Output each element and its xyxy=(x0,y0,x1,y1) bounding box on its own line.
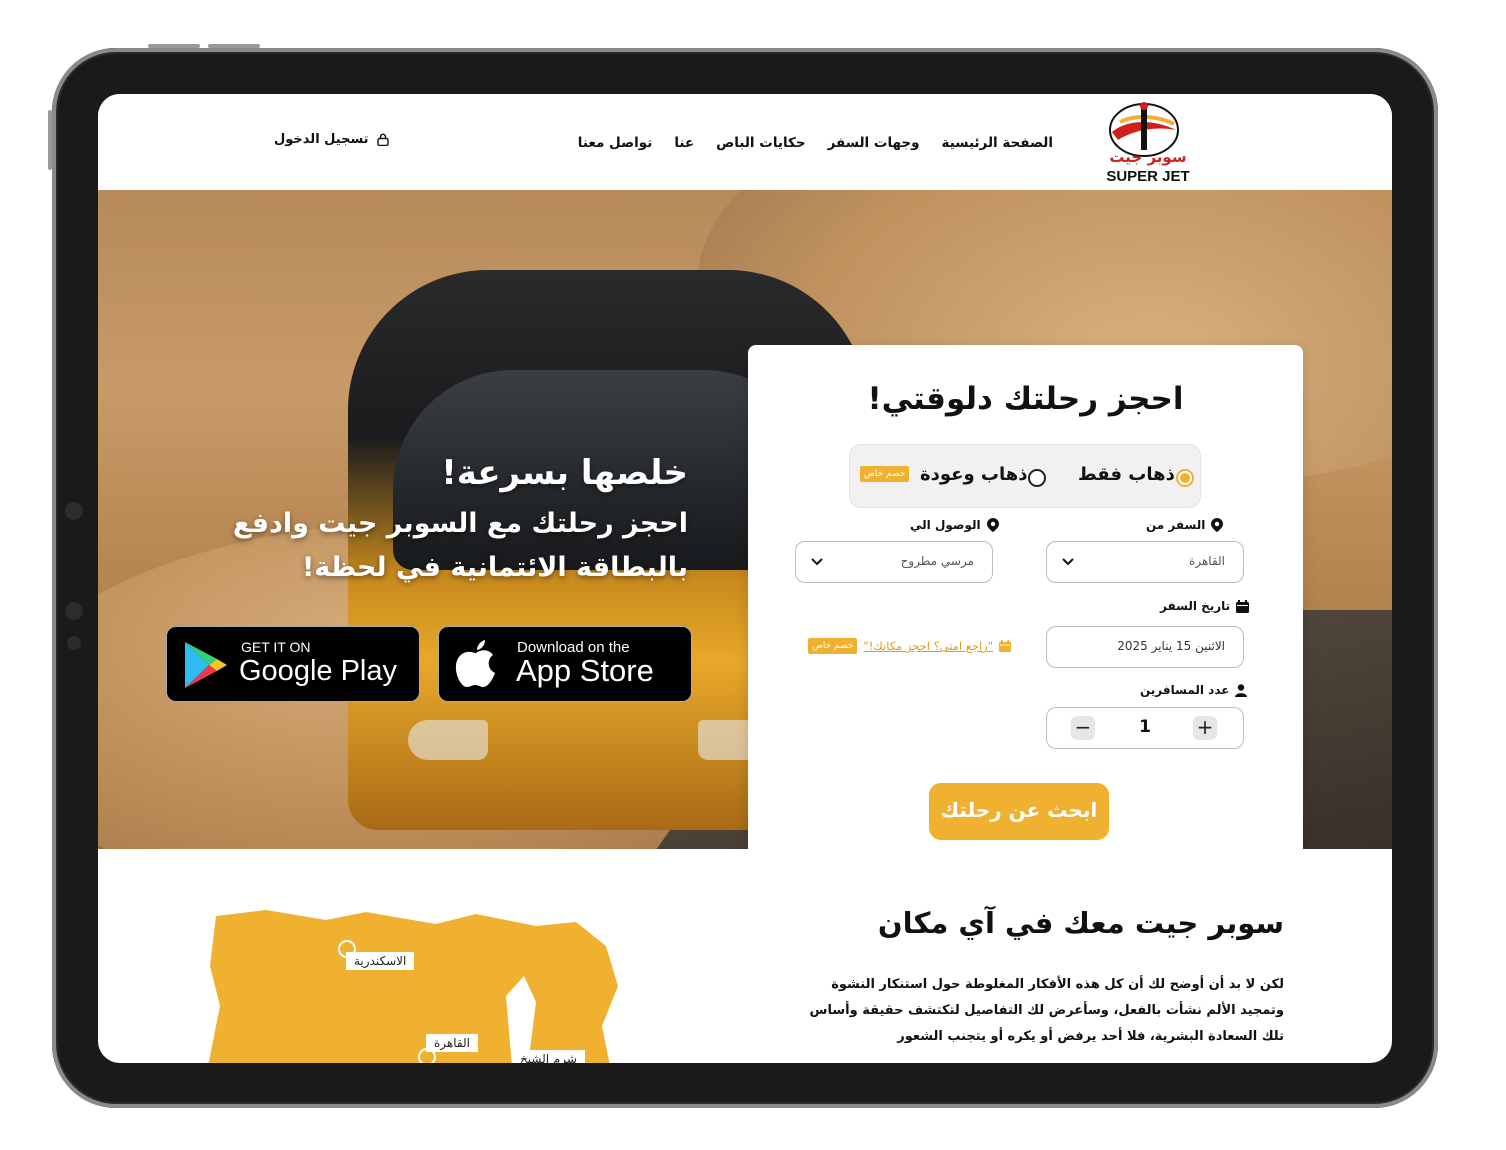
from-value: القاهرة xyxy=(1189,554,1225,568)
map-label-cairo: القاهرة xyxy=(426,1034,478,1052)
map-label-sharm: شرم الشيخ xyxy=(512,1050,585,1063)
browser-screen: سوبر جيت SUPER JET الصفحة الرئيسية وجهات… xyxy=(98,94,1392,1063)
booking-title: احجز رحلتك دلوقتي! xyxy=(867,381,1184,417)
location-pin-icon xyxy=(986,518,999,532)
round-trip-label[interactable]: ذهاب وعودة xyxy=(920,464,1027,485)
to-select[interactable]: مرسي مطروح xyxy=(795,541,993,583)
discount-badge: خصم خاص xyxy=(860,466,910,482)
return-reminder[interactable]: "راجع امتى؟ احجز مكانك!" خصم خاص xyxy=(808,638,1012,654)
calendar-icon xyxy=(999,640,1012,652)
login-label: تسجيل الدخول xyxy=(274,132,369,147)
nav-contact[interactable]: تواصل معنا xyxy=(578,135,653,151)
round-trip-radio[interactable] xyxy=(1028,469,1046,487)
logo-arabic-text: سوبر جيت xyxy=(1109,148,1187,166)
passengers-stepper: − 1 + xyxy=(1046,707,1244,749)
login-link[interactable]: تسجيل الدخول xyxy=(274,132,389,147)
date-label-row: تاريخ السفر xyxy=(1160,599,1250,613)
from-label: السفر من xyxy=(1146,518,1206,532)
sensor-icon xyxy=(65,602,83,620)
from-select[interactable]: القاهرة xyxy=(1046,541,1244,583)
app-store-big-text: App Store xyxy=(516,653,654,688)
to-label: الوصول الي xyxy=(910,518,981,532)
date-value: الاثنين 15 يناير 2025 xyxy=(1117,639,1225,653)
date-input[interactable]: الاثنين 15 يناير 2025 xyxy=(1046,626,1244,668)
nav-home[interactable]: الصفحة الرئيسية xyxy=(942,135,1053,151)
location-pin-icon xyxy=(1211,518,1224,532)
egypt-map xyxy=(208,910,618,1063)
hero-text: خلصها بسرعة! احجز رحلتك مع السوبر جيت وا… xyxy=(218,450,688,590)
hero-subheadline: احجز رحلتك مع السوبر جيت وادفع بالبطاقة … xyxy=(232,508,688,583)
app-store-button[interactable]: Download on the App Store xyxy=(438,626,692,702)
passengers-label-row: عدد المسافرين xyxy=(1140,683,1248,697)
google-play-button[interactable]: GET IT ON Google Play xyxy=(166,626,420,702)
one-way-radio[interactable] xyxy=(1176,469,1194,487)
chevron-down-icon xyxy=(1062,558,1074,566)
nav-bus-stories[interactable]: حكايات الباص xyxy=(716,135,806,151)
return-reminder-link[interactable]: "راجع امتى؟ احجز مكانك!" xyxy=(863,639,993,653)
passengers-value: 1 xyxy=(1139,717,1151,737)
lock-icon xyxy=(376,133,389,146)
section-title: سوبر جيت معك في آي مكان xyxy=(877,906,1284,940)
search-trip-button[interactable]: ابحث عن رحلتك xyxy=(929,783,1109,840)
passengers-label: عدد المسافرين xyxy=(1140,683,1230,697)
hero-section: خلصها بسرعة! احجز رحلتك مع السوبر جيت وا… xyxy=(98,190,1392,849)
logo-english-text: SUPER JET xyxy=(1106,168,1190,185)
booking-card: احجز رحلتك دلوقتي! ذهاب فقط ذهاب وعودة خ… xyxy=(748,345,1303,849)
site-header: سوبر جيت SUPER JET الصفحة الرئيسية وجهات… xyxy=(98,94,1392,190)
hero-headline: خلصها بسرعة! xyxy=(441,453,688,493)
apple-icon xyxy=(455,640,495,688)
google-play-small-text: GET IT ON xyxy=(241,639,311,655)
user-icon xyxy=(1235,683,1248,697)
to-value: مرسي مطروح xyxy=(900,554,974,568)
one-way-label[interactable]: ذهاب فقط xyxy=(1078,464,1175,485)
sensor-icon xyxy=(67,636,81,650)
section-body: لكن لا بد أن أوضح لك أن كل هذه الأفكار ا… xyxy=(809,977,1284,1044)
from-label-row: السفر من xyxy=(1146,518,1224,532)
bus-headlight xyxy=(408,720,488,760)
chevron-down-icon xyxy=(811,558,823,566)
nav-about[interactable]: عنا xyxy=(674,135,694,151)
camera-icon xyxy=(65,502,83,520)
discount-badge: خصم خاص xyxy=(808,638,858,654)
calendar-icon xyxy=(1236,599,1250,613)
trip-type-selector: ذهاب فقط ذهاب وعودة خصم خاص xyxy=(849,444,1201,508)
decrement-button[interactable]: − xyxy=(1071,716,1095,740)
increment-button[interactable]: + xyxy=(1193,716,1217,740)
main-nav: الصفحة الرئيسية وجهات السفر حكايات الباص… xyxy=(578,130,1053,156)
date-label: تاريخ السفر xyxy=(1160,599,1231,613)
nav-destinations[interactable]: وجهات السفر xyxy=(828,135,920,151)
google-play-icon xyxy=(185,642,227,688)
map-label-alexandria: الاسكندرية xyxy=(346,952,415,970)
google-play-big-text: Google Play xyxy=(239,655,397,687)
to-label-row: الوصول الي xyxy=(910,518,999,532)
